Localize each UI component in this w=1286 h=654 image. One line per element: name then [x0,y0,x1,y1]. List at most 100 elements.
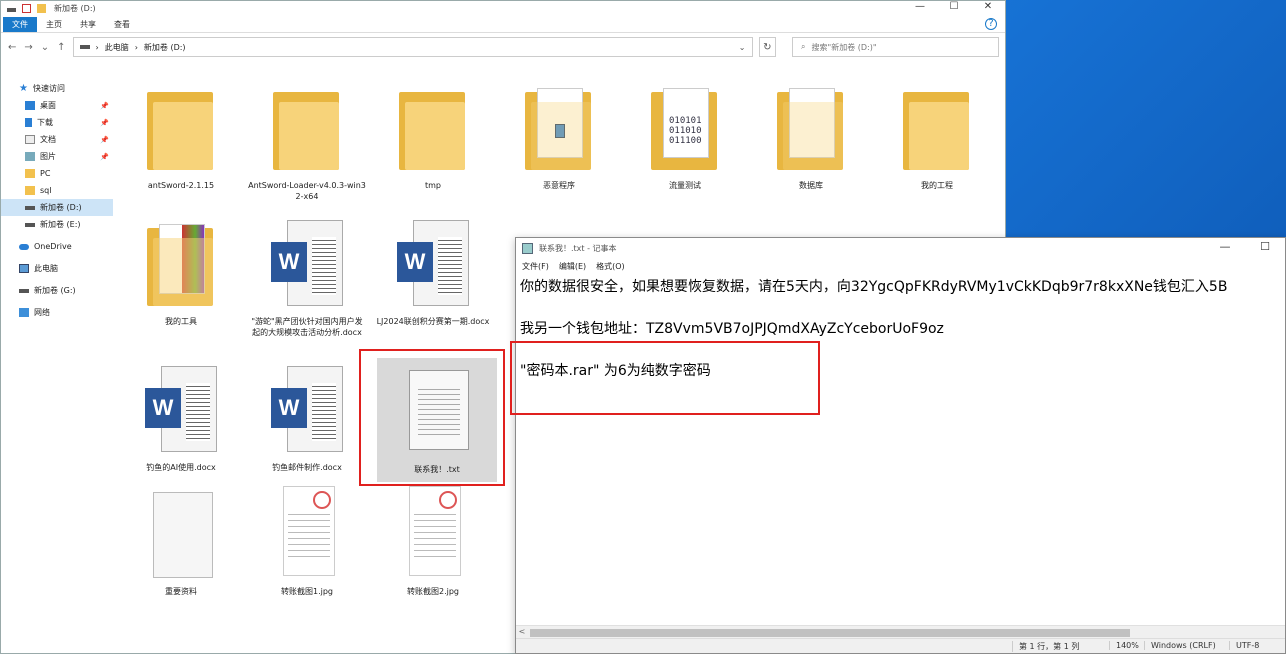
file-item-docx[interactable]: W LJ2024联创积分赛第一期.docx [373,216,493,340]
sidebar-item-quick-access[interactable]: ★ 快速访问 [1,80,113,97]
status-position: 第 1 行，第 1 列 [1012,641,1079,652]
file-name: tmp [424,181,441,190]
scroll-left-icon[interactable]: < [516,627,528,636]
new-folder-icon[interactable] [37,3,46,13]
sidebar-item-label: 新加卷 (D:) [40,203,82,212]
properties-icon[interactable] [22,3,31,13]
highlight-box [359,349,505,486]
close-button[interactable]: ✕ [971,1,1005,15]
pin-icon: 📌 [100,135,109,144]
file-name: 数据库 [799,181,823,190]
network-icon [19,308,29,317]
sidebar-item-drive-g[interactable]: 新加卷 (G:) [1,282,113,299]
maximize-button[interactable]: ☐ [937,1,971,15]
sidebar-item-drive-e[interactable]: 新加卷 (E:) [1,216,113,233]
file-name: 钓鱼的AI使用.docx [146,463,216,472]
sidebar-item-label: 文档 [40,135,56,144]
breadcrumb-drive-d[interactable]: 新加卷 (D:) [144,42,186,53]
menu-format[interactable]: 格式(O) [596,261,625,272]
notepad-text-area[interactable]: 你的数据很安全，如果想要恢复数据，请在5天内，向32YgcQpFKRdyRVMy… [516,276,1285,623]
file-name: 我的工程 [921,181,953,190]
file-name: "游蛇"黑产团伙针对国内用户发起的大规模攻击活动分析.docx [251,317,363,337]
word-icon: W [271,388,307,428]
minimize-button[interactable]: — [1205,238,1245,258]
scrollbar-thumb[interactable] [530,629,1130,637]
ribbon-tabs: 文件 主页 共享 查看 ? [1,15,1005,33]
notepad-icon [522,242,533,254]
sidebar-item-pc[interactable]: PC [1,165,113,182]
horizontal-scrollbar[interactable]: < [516,625,1285,639]
file-item-docx[interactable]: W "游蛇"黑产团伙针对国内用户发起的大规模攻击活动分析.docx [247,216,367,340]
sidebar-item-pictures[interactable]: 图片 📌 [1,148,113,165]
file-item-docx[interactable]: W 钓鱼邮件制作.docx [247,362,367,486]
sidebar-item-this-pc[interactable]: 此电脑 [1,260,113,277]
sidebar-item-network[interactable]: 网络 [1,304,113,321]
back-button[interactable]: ← [7,42,17,53]
menu-edit[interactable]: 编辑(E) [559,261,586,272]
notepad-menubar: 文件(F) 编辑(E) 格式(O) [516,258,1285,274]
menu-file[interactable]: 文件(F) [522,261,549,272]
notepad-statusbar: 第 1 行，第 1 列 140% Windows (CRLF) UTF-8 [516,638,1285,653]
sidebar-item-label: 快速访问 [32,84,65,93]
file-name: 恶意程序 [543,181,575,190]
recent-locations-button[interactable]: ⌄ [40,42,50,53]
breadcrumb-this-pc[interactable]: 此电脑 [105,42,129,53]
pin-icon: 📌 [100,152,109,161]
drive-icon [25,222,35,227]
search-input[interactable]: 搜索"新加卷 (D:)" [812,42,877,53]
file-name: 流量测试 [669,181,701,190]
tab-file[interactable]: 文件 [3,17,37,32]
word-icon: W [145,388,181,428]
file-item-folder[interactable]: 我的工具 [121,216,241,340]
file-item-folder[interactable]: 数据库 [751,80,871,204]
star-icon: ★ [19,83,28,94]
file-item-folder[interactable]: AntSword-Loader-v4.0.3-win32-x64 [247,80,367,204]
tab-share[interactable]: 共享 [71,17,105,32]
help-icon[interactable]: ? [985,18,997,30]
sidebar-item-label: OneDrive [34,242,72,251]
breadcrumb-separator: › [134,42,138,52]
sidebar-item-sql[interactable]: sql [1,182,113,199]
word-icon: W [271,242,307,282]
search-box[interactable]: ⌕ 搜索"新加卷 (D:)" [792,37,1000,57]
file-name: 钓鱼邮件制作.docx [272,463,342,472]
notepad-window: 联系我！.txt - 记事本 — ☐ 文件(F) 编辑(E) 格式(O) 你的数… [515,237,1286,654]
file-item-folder[interactable]: 010101 011010 011100 流量测试 [625,80,745,204]
file-item-docx[interactable]: W 钓鱼的AI使用.docx [121,362,241,486]
chevron-down-icon[interactable]: ⌄ [739,43,746,52]
sidebar-item-label: 网络 [34,308,50,317]
tab-view[interactable]: 查看 [105,17,139,32]
desktop-icon [25,101,35,110]
sidebar-item-desktop[interactable]: 桌面 📌 [1,97,113,114]
cloud-icon [19,243,29,250]
file-item-folder[interactable]: 恶意程序 [499,80,619,204]
notepad-titlebar: 联系我！.txt - 记事本 — ☐ [516,238,1285,258]
refresh-button[interactable]: ↻ [758,37,777,57]
notepad-title: 联系我！.txt - 记事本 [539,243,617,253]
explorer-titlebar: 新加卷 (D:) — ☐ ✕ [1,1,1005,15]
file-item-folder[interactable]: 我的工程 [877,80,997,204]
file-item-jpg[interactable]: 转账截图2.jpg [373,486,493,610]
text-line: 我另一个钱包地址：TZ8Vvm5VB7oJPJQmdXAyZcYceborUoF… [520,321,944,337]
minimize-button[interactable]: — [903,1,937,15]
file-item-file[interactable]: 重要资料 [121,486,241,610]
sidebar-item-label: 桌面 [40,101,56,110]
explorer-title: 新加卷 (D:) [54,3,96,13]
forward-button[interactable]: → [23,42,33,53]
drive-icon [19,288,29,293]
address-bar[interactable]: › 此电脑 › 新加卷 (D:) ⌄ [72,37,753,57]
sidebar-item-drive-d[interactable]: 新加卷 (D:) [1,199,113,216]
file-item-jpg[interactable]: 转账截图1.jpg [247,486,367,610]
maximize-button[interactable]: ☐ [1245,238,1285,258]
sidebar-item-documents[interactable]: 文档 📌 [1,131,113,148]
drive-icon [25,205,35,210]
tab-home[interactable]: 主页 [37,17,71,32]
up-button[interactable]: ↑ [56,42,66,53]
sidebar-item-downloads[interactable]: 下载 📌 [1,114,113,131]
file-item-folder[interactable]: tmp [373,80,493,204]
pin-icon: 📌 [100,101,109,110]
sidebar-item-label: 新加卷 (E:) [40,220,81,229]
sidebar-item-label: 新加卷 (G:) [34,286,76,295]
sidebar-item-onedrive[interactable]: OneDrive [1,238,113,255]
file-item-folder[interactable]: antSword-2.1.15 [121,80,241,204]
